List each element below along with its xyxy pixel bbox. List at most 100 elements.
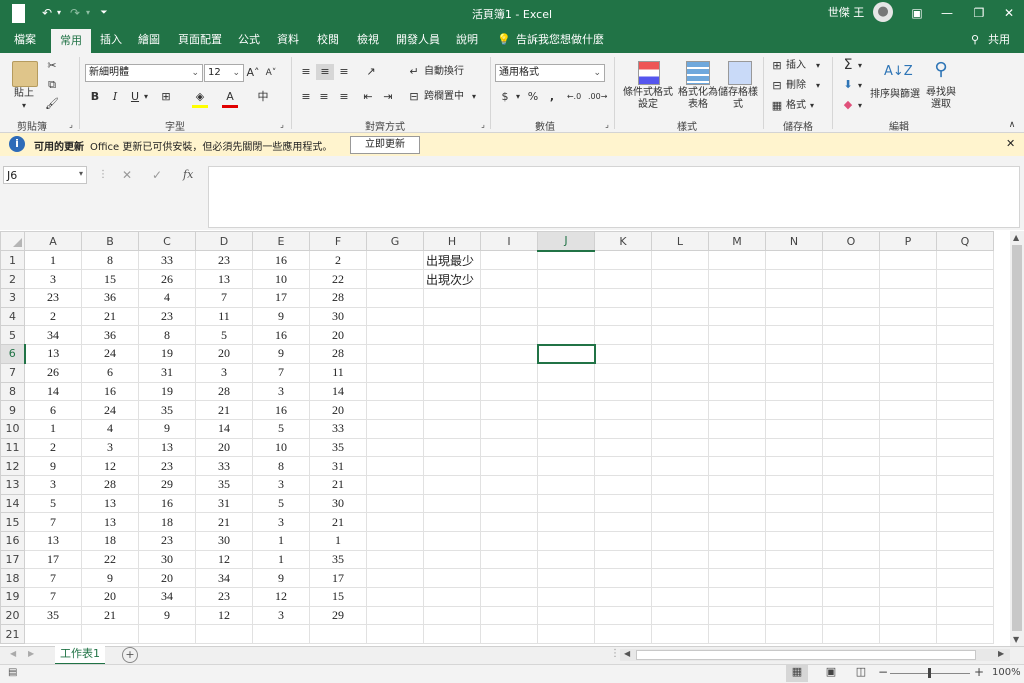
cell-h15[interactable] xyxy=(423,512,481,532)
merge-dropdown-icon[interactable]: ▾ xyxy=(470,89,478,105)
cell-e3[interactable]: 17 xyxy=(252,288,310,308)
cell-i1[interactable] xyxy=(480,250,538,271)
prev-sheet-icon[interactable]: ◀ xyxy=(10,649,16,658)
cell-n1[interactable] xyxy=(765,250,823,271)
cell-i16[interactable] xyxy=(480,531,538,551)
cell-j4[interactable] xyxy=(537,306,595,327)
cell-j16[interactable] xyxy=(537,531,595,551)
cell-l17[interactable] xyxy=(651,549,709,570)
cell-h8[interactable] xyxy=(423,381,481,402)
cell-l21[interactable] xyxy=(651,624,709,645)
cell-q10[interactable] xyxy=(936,418,994,439)
share-icon[interactable]: ⚲ xyxy=(968,27,982,53)
row-header[interactable]: 13 xyxy=(0,474,25,495)
delete-dropdown-icon[interactable]: ▾ xyxy=(814,78,822,94)
cell-m13[interactable] xyxy=(708,474,766,495)
cell-d19[interactable]: 23 xyxy=(195,587,253,607)
column-header-m[interactable]: M xyxy=(708,231,766,252)
align-bottom-icon[interactable]: ≡ xyxy=(336,64,352,80)
cell-k21[interactable] xyxy=(594,624,652,645)
restore-icon[interactable]: ❐ xyxy=(970,3,988,23)
cell-j13[interactable] xyxy=(537,474,595,495)
cell-a7[interactable]: 26 xyxy=(24,362,82,383)
fill-dropdown-icon[interactable]: ▾ xyxy=(856,78,864,94)
cell-q5[interactable] xyxy=(936,325,994,346)
find-select-icon[interactable]: ⚲ xyxy=(930,59,952,81)
cell-q9[interactable] xyxy=(936,400,994,420)
increase-font-icon[interactable]: A˄ xyxy=(246,65,260,81)
zoom-out-icon[interactable]: − xyxy=(878,665,888,679)
cell-c5[interactable]: 8 xyxy=(138,325,196,346)
cell-h19[interactable] xyxy=(423,587,481,607)
cell-l11[interactable] xyxy=(651,437,709,458)
select-all-corner[interactable] xyxy=(0,231,25,252)
cell-n21[interactable] xyxy=(765,624,823,645)
cell-k6[interactable] xyxy=(594,344,652,364)
cell-m5[interactable] xyxy=(708,325,766,346)
cell-l19[interactable] xyxy=(651,587,709,607)
column-header-o[interactable]: O xyxy=(822,231,880,252)
merge-center-icon[interactable]: ⊟ xyxy=(406,89,422,105)
cell-i10[interactable] xyxy=(480,418,538,439)
cell-h11[interactable] xyxy=(423,437,481,458)
cell-b4[interactable]: 21 xyxy=(81,306,139,327)
tab-draw[interactable]: 繪圖 xyxy=(134,27,164,53)
cell-g16[interactable] xyxy=(366,531,424,551)
chevron-down-icon[interactable]: ▾ xyxy=(79,169,83,178)
conditional-format-icon[interactable] xyxy=(638,61,660,85)
cell-a2[interactable]: 3 xyxy=(24,269,82,290)
cell-d2[interactable]: 13 xyxy=(195,269,253,290)
cell-i19[interactable] xyxy=(480,587,538,607)
autosum-icon[interactable]: Σ xyxy=(840,57,856,73)
cell-c9[interactable]: 35 xyxy=(138,400,196,420)
cell-m8[interactable] xyxy=(708,381,766,402)
cell-i4[interactable] xyxy=(480,306,538,327)
sort-filter-button[interactable]: 排序與篩選 xyxy=(868,89,922,101)
cell-a1[interactable]: 1 xyxy=(24,250,82,271)
cell-i13[interactable] xyxy=(480,474,538,495)
cell-p14[interactable] xyxy=(879,493,937,514)
cell-p18[interactable] xyxy=(879,568,937,589)
cell-e6[interactable]: 9 xyxy=(252,344,310,364)
cell-m16[interactable] xyxy=(708,531,766,551)
cancel-icon[interactable]: ✕ xyxy=(122,168,132,182)
paste-dropdown-icon[interactable]: ▾ xyxy=(20,100,28,112)
insert-cells-button[interactable]: 插入 xyxy=(786,60,810,72)
cell-g10[interactable] xyxy=(366,418,424,439)
cell-i3[interactable] xyxy=(480,288,538,308)
cell-l14[interactable] xyxy=(651,493,709,514)
cell-q3[interactable] xyxy=(936,288,994,308)
cell-p3[interactable] xyxy=(879,288,937,308)
cell-q1[interactable] xyxy=(936,250,994,271)
cell-d14[interactable]: 31 xyxy=(195,493,253,514)
cell-a15[interactable]: 7 xyxy=(24,512,82,532)
cell-c2[interactable]: 26 xyxy=(138,269,196,290)
cell-k14[interactable] xyxy=(594,493,652,514)
name-box[interactable]: J6 ▾ xyxy=(3,166,87,184)
cell-a18[interactable]: 7 xyxy=(24,568,82,589)
cell-p15[interactable] xyxy=(879,512,937,532)
align-middle-icon[interactable]: ≡ xyxy=(316,64,334,80)
column-header-p[interactable]: P xyxy=(879,231,937,252)
cell-o21[interactable] xyxy=(822,624,880,645)
column-header-i[interactable]: I xyxy=(480,231,538,252)
cell-k19[interactable] xyxy=(594,587,652,607)
cell-b9[interactable]: 24 xyxy=(81,400,139,420)
cell-q17[interactable] xyxy=(936,549,994,570)
row-header[interactable]: 6 xyxy=(0,344,26,364)
row-header[interactable]: 9 xyxy=(0,400,25,420)
scroll-up-icon[interactable]: ▲ xyxy=(1013,233,1019,242)
share-button[interactable]: 共用 xyxy=(984,27,1014,53)
cell-h20[interactable] xyxy=(423,605,481,626)
cell-g20[interactable] xyxy=(366,605,424,626)
cell-m14[interactable] xyxy=(708,493,766,514)
tab-help[interactable]: 說明 xyxy=(452,27,482,53)
row-header[interactable]: 11 xyxy=(0,437,25,458)
cell-b7[interactable]: 6 xyxy=(81,362,139,383)
select-all-icon[interactable] xyxy=(13,238,22,248)
cell-i21[interactable] xyxy=(480,624,538,645)
cell-c21[interactable] xyxy=(138,624,196,645)
cell-h10[interactable] xyxy=(423,418,481,439)
cell-b21[interactable] xyxy=(81,624,139,645)
cell-c16[interactable]: 23 xyxy=(138,531,196,551)
